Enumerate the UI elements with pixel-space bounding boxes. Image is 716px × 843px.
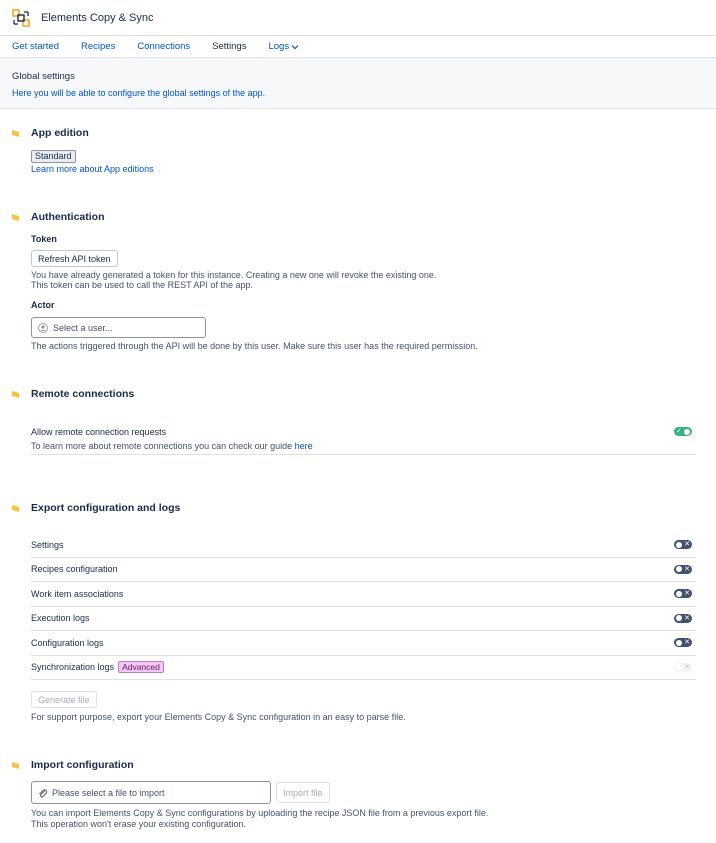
app-header: Elements Copy & Sync <box>0 0 716 36</box>
export-row-work-items: Work item associations ✕ <box>31 582 696 607</box>
advanced-badge: Advanced <box>118 661 164 674</box>
tab-logs-label: Logs <box>268 41 290 52</box>
import-help-2: This operation won't erase your existing… <box>31 819 246 829</box>
generate-file-button[interactable]: Generate file <box>31 691 97 708</box>
export-row-recipes: Recipes configuration ✕ <box>31 558 696 582</box>
export-row-sync-logs: Synchronization logs Advanced ✕ <box>31 656 696 680</box>
section-title: Export configuration and logs <box>31 502 181 514</box>
app-edition-value: Standard <box>31 150 76 163</box>
export-help: For support purpose, export your Element… <box>31 712 406 722</box>
section-flag-icon <box>12 761 19 769</box>
toggle-knob <box>676 664 682 671</box>
token-help-1: You have already generated a token for t… <box>31 270 437 280</box>
import-file-placeholder: Please select a file to import <box>52 787 165 798</box>
toggle-knob <box>676 590 682 597</box>
import-file-button[interactable]: Import file <box>276 782 330 803</box>
user-icon <box>38 322 48 333</box>
toggle-knob <box>676 615 682 622</box>
app-editions-link[interactable]: Learn more about App editions <box>31 164 154 174</box>
remote-guide-link[interactable]: here <box>295 441 313 451</box>
export-settings-toggle[interactable]: ✕ <box>674 540 692 550</box>
section-flag-icon <box>12 129 19 137</box>
export-config-logs-toggle[interactable]: ✕ <box>674 638 692 648</box>
x-icon: ✕ <box>684 590 690 598</box>
sync-logs-label: Synchronization logs <box>31 662 115 673</box>
tab-logs[interactable]: Logs <box>268 41 299 52</box>
toggle-knob <box>676 639 682 646</box>
section-title: Remote connections <box>31 388 135 400</box>
actor-help: The actions triggered through the API wi… <box>31 341 478 351</box>
paperclip-icon <box>39 788 47 797</box>
tab-connections[interactable]: Connections <box>137 41 190 52</box>
section-export-header: Export configuration and logs <box>12 502 180 514</box>
settings-intro: Global settings Here you will be able to… <box>0 58 716 109</box>
export-row-label: Recipes configuration <box>31 564 118 575</box>
remote-guide-prefix: To learn more about remote connections y… <box>31 441 293 451</box>
actor-select[interactable]: Select a user... <box>31 317 206 338</box>
tab-settings[interactable]: Settings <box>212 41 246 52</box>
chevron-down-icon <box>291 44 299 49</box>
page-title: Global settings <box>12 71 75 82</box>
check-icon: ✓ <box>676 428 682 435</box>
token-label: Token <box>31 234 57 244</box>
section-authentication-header: Authentication <box>12 211 105 223</box>
section-flag-icon <box>12 390 19 398</box>
section-app-edition-header: App edition <box>12 127 89 139</box>
nav-tabs: Get started Recipes Connections Settings… <box>0 36 716 58</box>
export-row-settings: Settings ✕ <box>31 533 696 558</box>
x-icon: ✕ <box>684 565 690 573</box>
import-file-input[interactable]: Please select a file to import <box>31 781 271 804</box>
export-row-label: Configuration logs <box>31 637 104 648</box>
export-sync-logs-toggle[interactable]: ✕ <box>674 662 692 672</box>
app-title: Elements Copy & Sync <box>41 11 154 24</box>
toggle-knob <box>676 541 682 548</box>
export-execution-logs-toggle[interactable]: ✕ <box>674 613 692 623</box>
x-icon: ✕ <box>684 541 690 549</box>
section-flag-icon <box>12 213 19 221</box>
tab-recipes[interactable]: Recipes <box>81 41 115 52</box>
export-row-label: Work item associations <box>31 588 124 599</box>
remote-allow-row: Allow remote connection requests ✓ To le… <box>31 426 696 455</box>
token-help-2: This token can be used to call the REST … <box>31 280 253 290</box>
section-title: Authentication <box>31 211 105 223</box>
remote-allow-label: Allow remote connection requests <box>31 427 167 437</box>
remote-allow-toggle[interactable]: ✓ <box>674 427 692 436</box>
section-title: App edition <box>31 127 89 139</box>
export-row-label: Execution logs <box>31 613 90 624</box>
app-logo-icon <box>12 8 30 27</box>
actor-label: Actor <box>31 300 55 310</box>
export-row-label: Synchronization logs Advanced <box>31 661 164 674</box>
x-icon: ✕ <box>684 663 690 671</box>
remote-guide-text: To learn more about remote connections y… <box>31 441 313 451</box>
export-work-items-toggle[interactable]: ✕ <box>674 589 692 599</box>
actor-placeholder: Select a user... <box>53 322 113 333</box>
section-title: Import configuration <box>31 759 134 771</box>
toggle-knob <box>684 428 690 435</box>
refresh-token-button[interactable]: Refresh API token <box>31 250 118 267</box>
x-icon: ✕ <box>684 639 690 647</box>
tab-get-started[interactable]: Get started <box>12 41 59 52</box>
section-import-header: Import configuration <box>12 759 134 771</box>
section-flag-icon <box>12 504 19 512</box>
page-subtitle: Here you will be able to configure the g… <box>12 88 266 98</box>
export-row-label: Settings <box>31 539 64 550</box>
export-row-execution-logs: Execution logs ✕ <box>31 607 696 631</box>
import-help-1: You can import Elements Copy & Sync conf… <box>31 808 489 818</box>
section-remote-header: Remote connections <box>12 388 134 400</box>
export-recipes-toggle[interactable]: ✕ <box>674 564 692 574</box>
export-row-config-logs: Configuration logs ✕ <box>31 631 696 656</box>
toggle-knob <box>676 566 682 573</box>
x-icon: ✕ <box>684 614 690 622</box>
